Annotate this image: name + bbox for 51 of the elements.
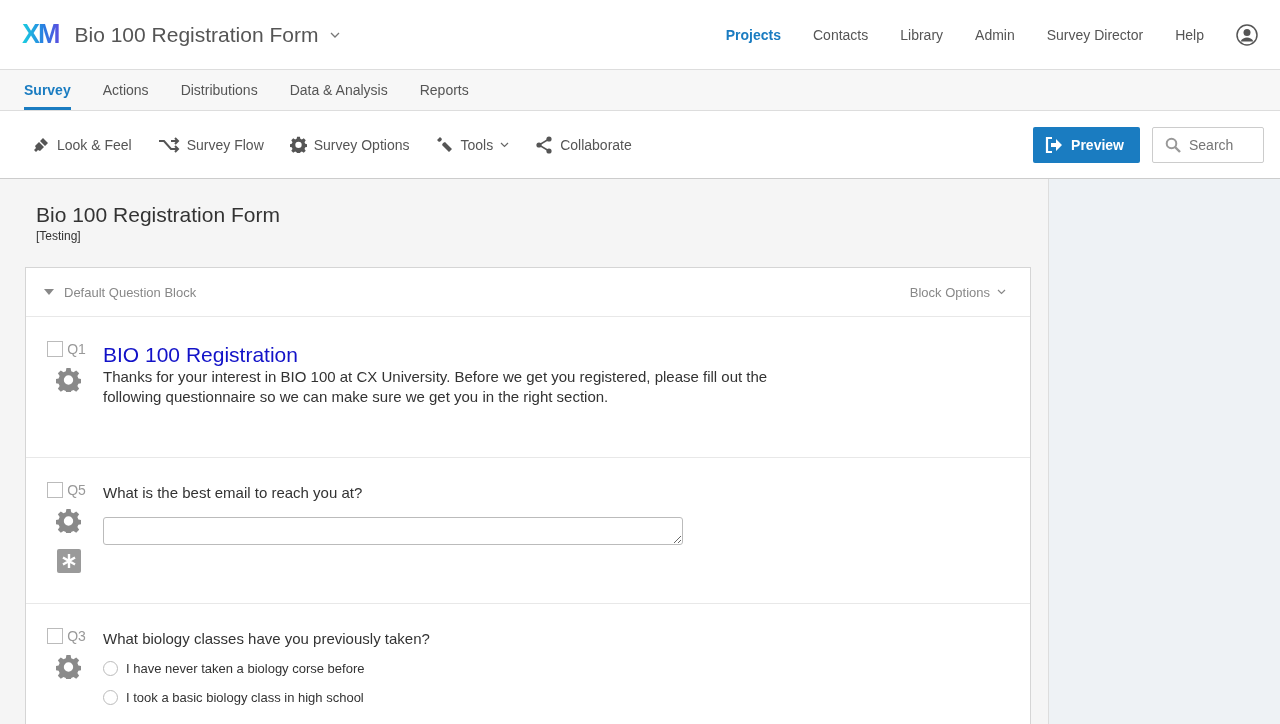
survey-title: Bio 100 Registration Form	[35, 203, 281, 227]
tab[interactable]: Reports	[419, 70, 469, 110]
caret-icon	[500, 141, 510, 148]
caret-icon	[997, 289, 1006, 295]
search-icon	[1165, 136, 1181, 153]
nav-link[interactable]: Projects	[725, 26, 781, 43]
nav-link[interactable]: Help	[1175, 26, 1204, 43]
nav-link[interactable]: Library	[900, 26, 944, 43]
toolbar-button[interactable]: Look & Feel	[30, 131, 134, 158]
question-text: What is the best email to reach you at?	[103, 484, 364, 501]
nav-link[interactable]: Survey Director	[1046, 26, 1144, 43]
choice-label[interactable]: I took a basic biology class in high school	[126, 690, 364, 705]
tab[interactable]: Data & Analysis	[289, 70, 388, 110]
question-number: Q1	[67, 341, 86, 357]
checkbox[interactable]	[47, 628, 64, 644]
gear-icon[interactable]	[56, 508, 81, 533]
question-number: Q5	[67, 482, 86, 498]
toolbar-button[interactable]: Survey Options	[287, 131, 412, 158]
project-title[interactable]: Bio 100 Registration Form	[74, 22, 319, 47]
gear-icon[interactable]	[56, 654, 81, 679]
tab[interactable]: Distributions	[180, 70, 258, 110]
tab[interactable]: Survey	[24, 70, 71, 110]
nav-link[interactable]: Admin	[975, 26, 1015, 43]
exit-icon	[1045, 135, 1064, 154]
collapse-icon[interactable]	[44, 289, 54, 295]
toolbar-button[interactable]: Tools	[433, 131, 512, 158]
block-title: Default Question Block	[64, 284, 197, 300]
preview-button[interactable]: Preview	[1033, 126, 1140, 163]
question-text: What biology classes have you previously taken?	[103, 630, 431, 647]
choice-label[interactable]: I have never taken a biology corse before	[126, 661, 365, 676]
checkbox[interactable]	[47, 482, 64, 498]
toolbar-button[interactable]: Survey Flow	[155, 131, 266, 158]
brush-icon	[32, 135, 50, 154]
gear-icon[interactable]	[56, 367, 81, 392]
question-text: Thanks for your interest in BIO 100 at CX University. Before we get you registered, please fill out the following questionnaire so we can make sure we get you in the right section.	[103, 367, 769, 407]
checkbox[interactable]	[47, 341, 64, 357]
nav-link[interactable]: Contacts	[813, 26, 869, 43]
share-icon	[535, 135, 554, 154]
user-icon[interactable]	[1236, 23, 1258, 46]
caret-icon[interactable]	[330, 31, 341, 38]
text-entry-field[interactable]	[103, 517, 683, 545]
question-number: Q3	[67, 628, 86, 644]
block-options-button[interactable]: Block Options	[903, 283, 1012, 301]
search-field[interactable]: Search	[1152, 126, 1264, 163]
gear-icon	[289, 136, 307, 153]
question-heading: BIO 100 Registration	[103, 343, 299, 367]
tab[interactable]: Actions	[102, 70, 149, 110]
toolbar-button[interactable]: Collaborate	[533, 131, 634, 158]
shuffle-icon	[157, 136, 180, 153]
asterisk-icon[interactable]	[56, 549, 81, 573]
survey-status: [Testing]	[35, 229, 82, 243]
